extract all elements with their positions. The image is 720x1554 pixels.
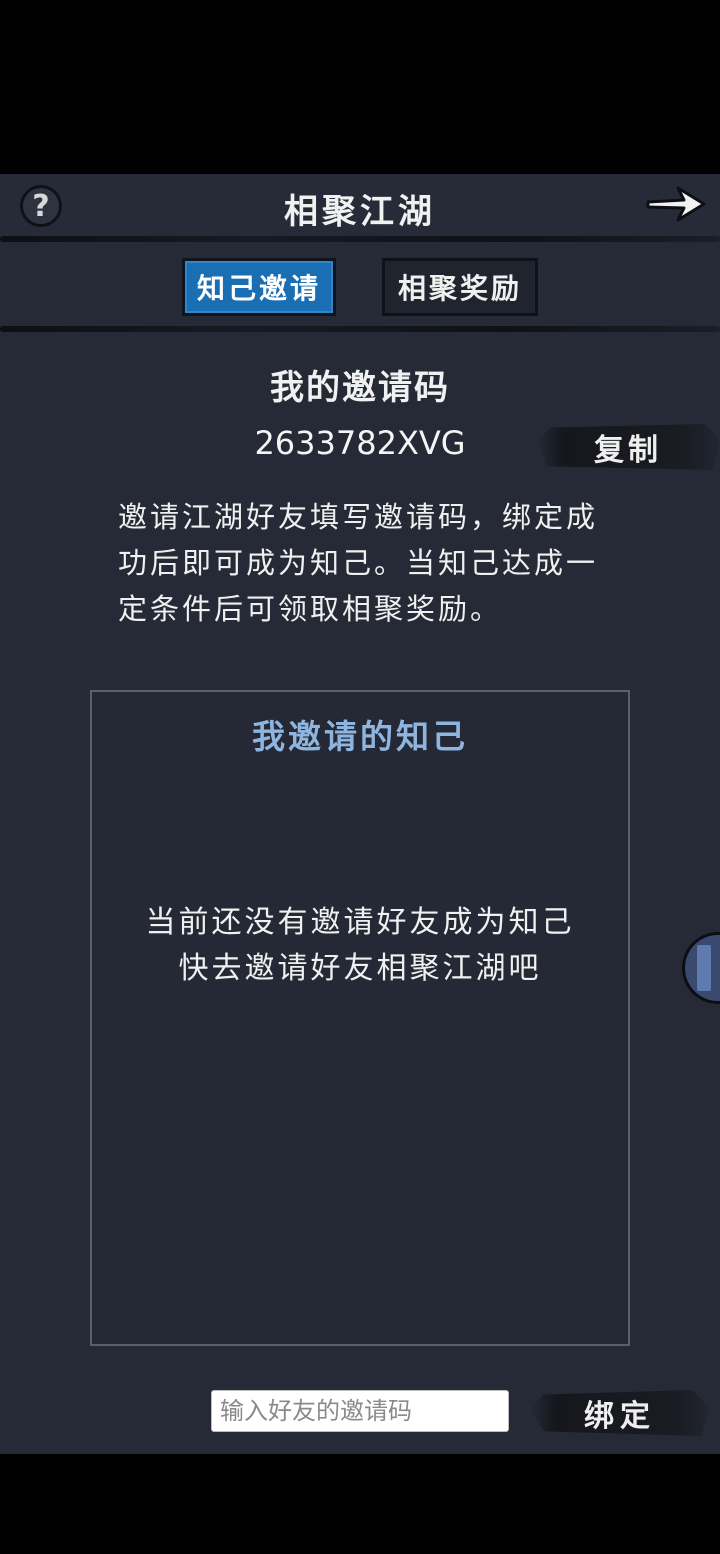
- invite-description: 邀请江湖好友填写邀请码，绑定成功后即可成为知己。当知己达成一定条件后可领取相聚奖…: [118, 500, 599, 626]
- tabs-divider: [0, 326, 720, 332]
- empty-state-line-2: 快去邀请好友相聚江湖吧: [178, 951, 542, 986]
- tab-invite[interactable]: 知己邀请: [182, 258, 336, 316]
- friend-code-input[interactable]: [211, 1390, 509, 1432]
- next-button[interactable]: [644, 182, 708, 226]
- arrow-right-icon: [646, 186, 706, 222]
- invited-friends-panel: 我邀请的知己 当前还没有邀请好友成为知己 快去邀请好友相聚江湖吧: [90, 690, 630, 1346]
- my-code-heading: 我的邀请码: [270, 368, 450, 408]
- header-divider: [0, 236, 720, 242]
- bind-button[interactable]: 绑定: [530, 1390, 710, 1436]
- empty-state-line-1: 当前还没有邀请好友成为知己: [145, 905, 575, 940]
- tab-bar: 知己邀请 相聚奖励: [0, 258, 720, 318]
- empty-state-message: 当前还没有邀请好友成为知己 快去邀请好友相聚江湖吧: [92, 900, 628, 992]
- copy-button[interactable]: 复制: [536, 424, 720, 470]
- tab-rewards[interactable]: 相聚奖励: [382, 258, 538, 316]
- invited-friends-heading: 我邀请的知己: [252, 717, 468, 756]
- page-title: 相聚江湖: [284, 192, 436, 232]
